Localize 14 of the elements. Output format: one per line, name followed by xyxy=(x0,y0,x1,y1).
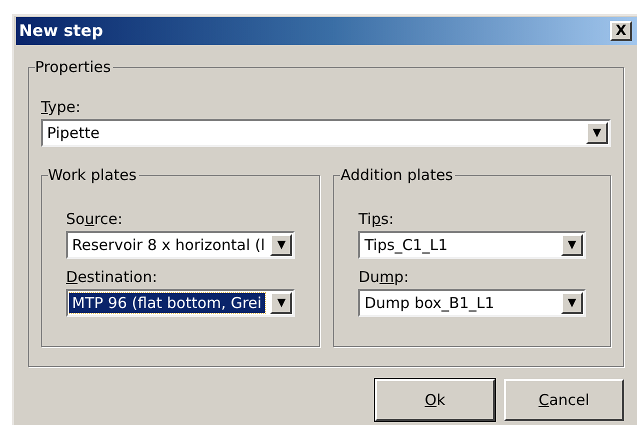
dropdown[interactable]: Tips_C1_L1 ▼ xyxy=(358,231,586,259)
dialog-button[interactable]: Ok xyxy=(375,379,495,421)
window-title: New step xyxy=(19,20,104,42)
field-label: Source: xyxy=(66,210,123,228)
dropdown[interactable]: MTP 96 (flat bottom, Grei ▼ xyxy=(66,289,296,317)
dialog-button[interactable]: Cancel xyxy=(504,379,624,421)
dropdown[interactable]: Reservoir 8 x horizontal (l ▼ xyxy=(66,231,296,259)
field-label: Type: xyxy=(41,98,81,116)
close-button[interactable]: X xyxy=(610,21,632,41)
field-label: Tips: xyxy=(358,210,394,228)
field-label: Destination: xyxy=(66,268,158,286)
dropdown[interactable]: Dump box_B1_L1 ▼ xyxy=(358,289,586,317)
dropdown[interactable]: Pipette ▼ xyxy=(41,119,611,147)
field-label: Dump: xyxy=(358,268,409,286)
